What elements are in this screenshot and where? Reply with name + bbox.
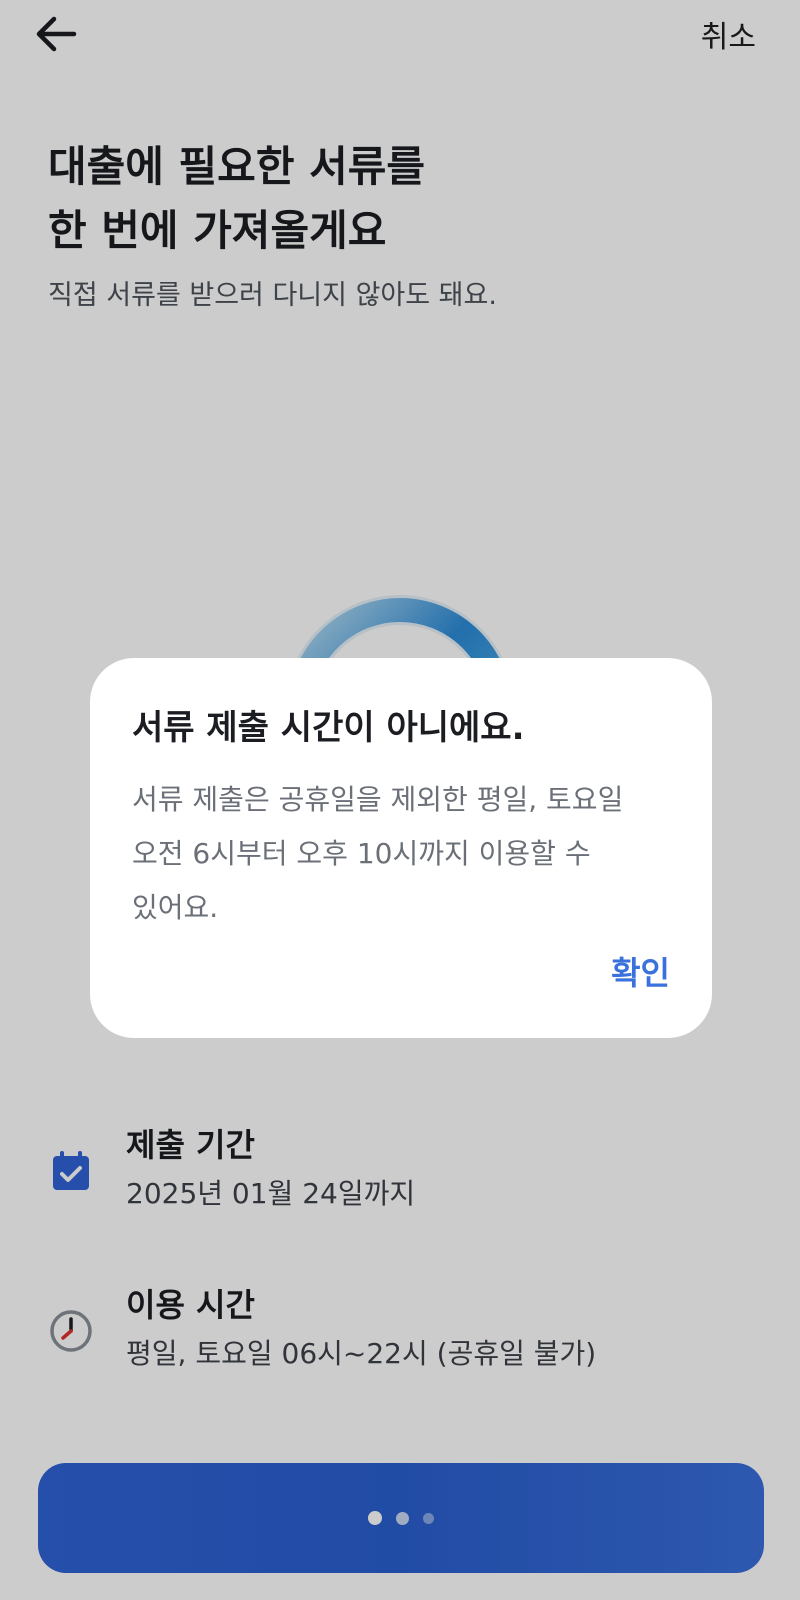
screen: 취소 대출에 필요한 서류를 한 번에 가져올게요 직접 서류를 받으러 다니지…: [0, 0, 800, 1600]
dialog-message: 서류 제출은 공휴일을 제외한 평일, 토요일 오전 6시부터 오후 10시까지…: [132, 773, 672, 935]
dialog-message-line-1: 서류 제출은 공휴일을 제외한 평일, 토요일: [132, 783, 624, 816]
confirm-button[interactable]: 확인: [611, 948, 670, 994]
dialog-title: 서류 제출 시간이 아니에요.: [132, 708, 525, 748]
alert-dialog: 서류 제출 시간이 아니에요. 서류 제출은 공휴일을 제외한 평일, 토요일 …: [90, 658, 712, 1038]
dialog-message-line-2: 오전 6시부터 오후 10시까지 이용할 수: [132, 837, 591, 870]
dialog-message-line-3: 있어요.: [132, 891, 219, 924]
